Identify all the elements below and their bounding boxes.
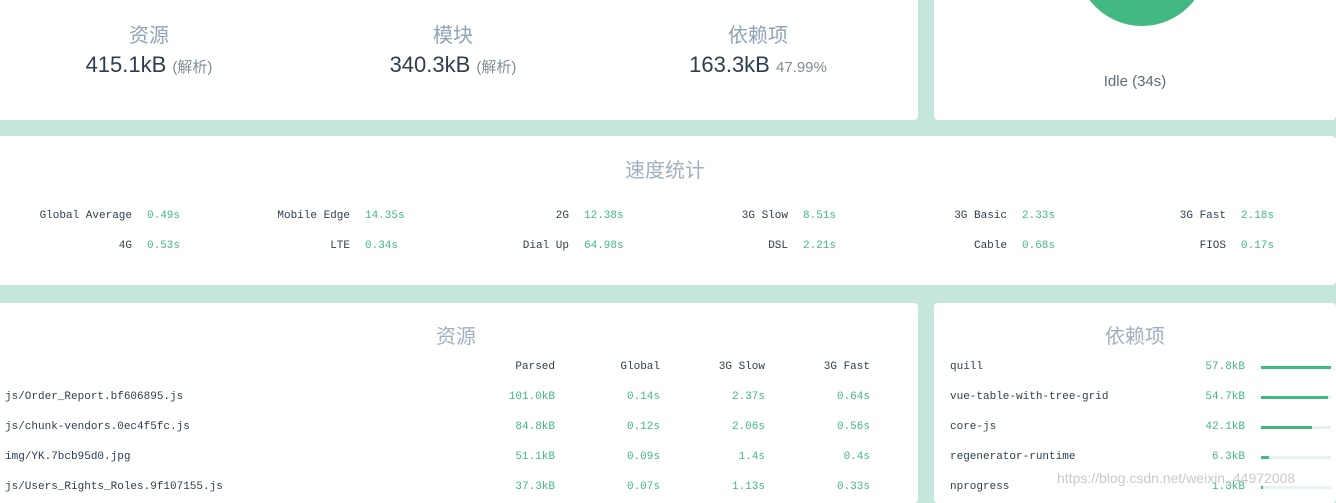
dependency-bar — [1261, 486, 1331, 489]
speed-value: 2.18s — [1241, 210, 1275, 222]
speed-name: 3G Fast — [1179, 210, 1226, 222]
asset-cell: 0.12s — [626, 421, 660, 433]
dependency-size: 54.7kB — [1205, 391, 1245, 403]
stat-dependencies: 依赖项 163.3kB 47.99% — [608, 24, 908, 81]
column-header[interactable]: 3G Fast — [770, 361, 870, 373]
speed-name: Mobile Edge — [277, 210, 350, 222]
asset-file-name: js/Order_Report.bf606895.js — [5, 391, 184, 403]
asset-cell: 0.56s — [836, 421, 870, 433]
asset-cell: 0.07s — [626, 481, 660, 493]
asset-cell: 0.09s — [626, 451, 660, 463]
dependency-name: quill — [950, 361, 984, 373]
stat-dependencies-value: 163.3kB — [689, 52, 770, 77]
dependency-name: vue-table-with-tree-grid — [950, 391, 1109, 403]
stat-dependencies-value-line: 163.3kB 47.99% — [608, 52, 908, 81]
speed-name: Dial Up — [522, 240, 569, 252]
stats-card: 资源 415.1kB (解析) 模块 340.3kB (解析) 依赖项 163.… — [0, 0, 918, 120]
dependency-name: core-js — [950, 421, 997, 433]
dependency-size: 42.1kB — [1205, 421, 1245, 433]
asset-cell: 0.64s — [836, 391, 870, 403]
stat-modules-value: 340.3kB — [389, 52, 471, 77]
speed-stats-card: 速度统计 Global Average 0.49s Mobile Edge 14.35… — [0, 136, 1336, 285]
dependency-bar — [1261, 366, 1331, 369]
speed-name: Cable — [973, 240, 1007, 252]
dependency-bar — [1261, 456, 1331, 459]
stat-assets-value-line: 415.1kB (解析) — [0, 52, 299, 81]
asset-cell: 1.4s — [738, 451, 765, 463]
asset-cell: 1.13s — [731, 481, 765, 493]
speed-stats-title: 速度统计 — [625, 160, 705, 182]
assets-title: 资源 — [436, 326, 476, 348]
stat-modules-value-line: 340.3kB (解析) — [303, 52, 603, 81]
dependency-size: 6.3kB — [1211, 451, 1245, 463]
asset-cell: 37.3kB — [515, 481, 555, 493]
asset-cell: 0.4s — [843, 451, 870, 463]
speed-name: 2G — [555, 210, 569, 222]
speed-name: Global Average — [39, 210, 132, 222]
stat-assets: 资源 415.1kB (解析) — [0, 24, 299, 81]
asset-cell: 0.33s — [836, 481, 870, 493]
dependencies-title: 依赖项 — [1105, 326, 1165, 348]
asset-file-name: js/Users_Rights_Roles.9f107155.js — [5, 481, 223, 493]
asset-cell: 84.8kB — [515, 421, 555, 433]
assets-card: 资源 Parsed Global 3G Slow 3G Fast js/Order_Re… — [0, 303, 918, 503]
status-indicator — [1076, 0, 1208, 26]
stat-assets-label: 资源 — [129, 25, 169, 47]
stat-assets-value: 415.1kB — [85, 52, 167, 77]
speed-value: 0.17s — [1241, 240, 1275, 252]
dependency-bar-fill — [1261, 426, 1312, 429]
speed-name: 3G Slow — [741, 210, 788, 222]
dependency-bar-fill — [1261, 396, 1328, 399]
stat-dependencies-label: 依赖项 — [728, 25, 788, 47]
stat-modules: 模块 340.3kB (解析) — [303, 24, 603, 81]
speed-name: 3G Basic — [954, 210, 1007, 222]
column-header[interactable]: Global — [560, 361, 660, 373]
asset-cell: 51.1kB — [515, 451, 555, 463]
speed-name: DSL — [768, 240, 788, 252]
dependency-bar — [1261, 426, 1331, 429]
dependency-bar — [1261, 396, 1331, 399]
asset-file-name: img/YK.7bcb95d0.jpg — [5, 451, 131, 463]
watermark: https://blog.csdn.net/weixin_44972008 — [1057, 470, 1296, 486]
asset-cell: 2.06s — [731, 421, 765, 433]
dependency-size: 57.8kB — [1205, 361, 1245, 373]
dependency-name: regenerator-runtime — [950, 451, 1076, 463]
stat-assets-note: (解析) — [172, 59, 213, 76]
speed-name: 4G — [118, 240, 132, 252]
status-text: Idle (34s) — [1103, 73, 1167, 90]
dependency-bar-fill — [1261, 366, 1331, 369]
asset-file-name: js/chunk-vendors.0ec4f5fc.js — [5, 421, 190, 433]
dependency-bar-fill — [1261, 486, 1263, 489]
asset-cell: 2.37s — [731, 391, 765, 403]
status-card: Idle (34s) — [934, 0, 1336, 120]
stat-dependencies-note: 47.99% — [775, 59, 827, 76]
dependency-name: nprogress — [950, 481, 1010, 493]
column-header[interactable]: Parsed — [455, 361, 555, 373]
speed-name: LTE — [330, 240, 350, 252]
stat-modules-note: (解析) — [476, 59, 517, 76]
speed-name: FIOS — [1199, 240, 1226, 252]
column-header[interactable]: 3G Slow — [665, 361, 765, 373]
asset-cell: 101.0kB — [508, 391, 555, 403]
dependency-bar-fill — [1261, 456, 1269, 459]
asset-cell: 0.14s — [626, 391, 660, 403]
stat-modules-label: 模块 — [433, 25, 473, 47]
